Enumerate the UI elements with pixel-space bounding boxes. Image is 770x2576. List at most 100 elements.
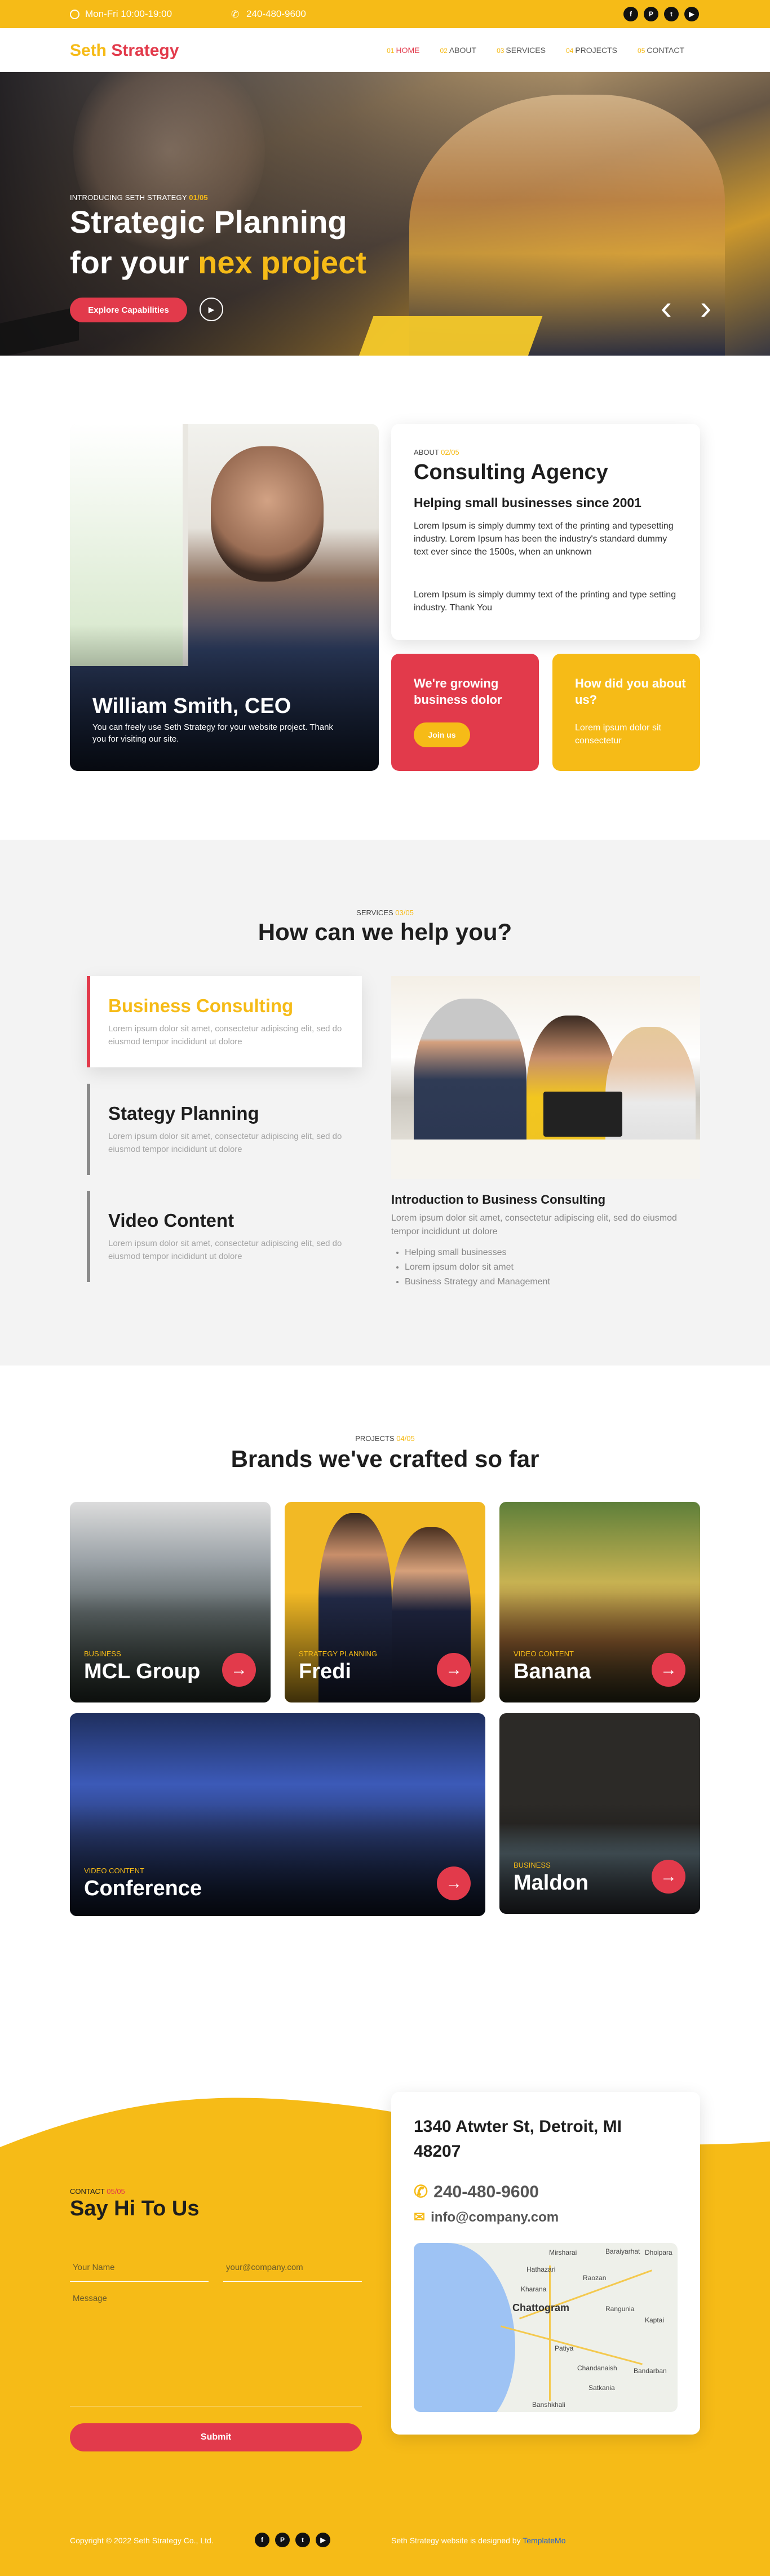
- main-nav: Seth Strategy 01 HOME 02 ABOUT 03 SERVICES …: [0, 28, 770, 72]
- tab-video-content[interactable]: Video Content Lorem ipsum dolor sit amet…: [87, 1191, 362, 1282]
- facebook-icon[interactable]: f: [255, 2533, 269, 2547]
- map-label: Mirsharai: [549, 2249, 577, 2256]
- tab-title: Business Consulting: [108, 995, 294, 1016]
- about-title: Consulting Agency: [414, 460, 608, 484]
- tab-title: Video Content: [108, 1210, 234, 1231]
- phone-icon: ✆: [231, 8, 240, 20]
- hero-photo-laptop-dark: [0, 306, 79, 356]
- contact-email[interactable]: ✉ info@company.com: [414, 2209, 559, 2225]
- projects-title: Brands we've crafted so far: [231, 1446, 539, 1472]
- envelope-icon: ✉: [414, 2210, 426, 2225]
- contact-phone[interactable]: ✆ 240-480-9600: [414, 2182, 539, 2202]
- hero-photo-laptop: [355, 316, 543, 356]
- contact-eyebrow: CONTACT 05/05: [70, 2187, 125, 2196]
- project-card-mcl-group[interactable]: BUSINESS MCL Group →: [70, 1502, 271, 1702]
- tab-business-consulting[interactable]: Business Consulting Lorem ipsum dolor si…: [87, 976, 362, 1067]
- contact-phone-text[interactable]: 240-480-9600: [433, 2183, 539, 2202]
- project-card-maldon[interactable]: BUSINESS Maldon →: [499, 1713, 700, 1914]
- project-arrow-button[interactable]: →: [437, 1653, 471, 1687]
- project-title: Fredi: [299, 1660, 351, 1683]
- name-input[interactable]: Your Name: [70, 2254, 209, 2282]
- twitter-icon[interactable]: t: [664, 7, 679, 21]
- nav-menu: 01 HOME 02 ABOUT 03 SERVICES 04 PROJECTS 05 C…: [387, 46, 684, 55]
- tab-title: Stategy Planning: [108, 1103, 259, 1124]
- contact-address: 1340 Atwter St, Detroit, MI 48207: [414, 2117, 622, 2161]
- about-para-2: Lorem Ipsum is simply dummy text of the …: [414, 590, 676, 613]
- project-title: Conference: [84, 1877, 202, 1900]
- photo-laptop: [543, 1092, 622, 1137]
- arrow-right-icon: →: [660, 1867, 677, 1886]
- clock-icon: [70, 9, 79, 19]
- about-subtitle: Helping small businesses since 2001: [414, 495, 641, 510]
- play-icon: ▶: [208, 304, 215, 314]
- nav-item-projects[interactable]: 04 PROJECTS: [566, 46, 617, 55]
- play-video-button[interactable]: ▶: [200, 298, 223, 321]
- tab-text: Lorem ipsum dolor sit amet, consectetur …: [108, 1239, 342, 1261]
- map-label: Kaptai: [645, 2316, 665, 2324]
- designer-credit: Seth Strategy website is designed by Tem…: [391, 2536, 566, 2545]
- photo-table: [391, 1140, 700, 1179]
- location-map[interactable]: Chattogram Hathazari Raozan Patiya Satka…: [414, 2243, 678, 2412]
- phone-text[interactable]: 240-480-9600: [246, 8, 306, 20]
- list-item: Business Strategy and Management: [405, 1275, 550, 1289]
- list-item: Helping small businesses: [405, 1245, 550, 1260]
- project-category: VIDEO CONTENT: [514, 1650, 574, 1658]
- project-arrow-button[interactable]: →: [652, 1860, 685, 1894]
- nav-item-services[interactable]: 03 SERVICES: [497, 46, 546, 55]
- youtube-icon[interactable]: ▶: [684, 7, 699, 21]
- map-sea: [414, 2243, 515, 2412]
- pinterest-icon[interactable]: P: [644, 7, 658, 21]
- join-us-button[interactable]: Join us: [414, 722, 470, 747]
- map-label: Bandarban: [634, 2367, 667, 2375]
- tab-text: Lorem ipsum dolor sit amet, consectetur …: [108, 1132, 342, 1154]
- youtube-icon[interactable]: ▶: [316, 2533, 330, 2547]
- nav-item-contact[interactable]: 05 CONTACT: [638, 46, 684, 55]
- map-label: Baraiyarhat: [605, 2247, 640, 2255]
- contact-email-text[interactable]: info@company.com: [431, 2210, 559, 2225]
- map-label: Hathazari: [526, 2265, 556, 2273]
- map-label: Rangunia: [605, 2305, 635, 2313]
- arrow-right-icon: →: [445, 1874, 462, 1892]
- project-shade: [499, 1803, 700, 1914]
- project-category: BUSINESS: [514, 1861, 551, 1869]
- project-category: VIDEO CONTENT: [84, 1866, 144, 1875]
- hero-prev-arrow[interactable]: ‹: [661, 291, 672, 325]
- explore-capabilities-button[interactable]: Explore Capabilities: [70, 298, 187, 322]
- email-input[interactable]: your@company.com: [223, 2254, 362, 2282]
- project-category: BUSINESS: [84, 1650, 121, 1658]
- phone-icon: ✆: [414, 2183, 428, 2201]
- service-detail-list: Helping small businesses Lorem ipsum dol…: [401, 1245, 550, 1289]
- pinterest-icon[interactable]: P: [275, 2533, 290, 2547]
- project-title: Banana: [514, 1660, 591, 1683]
- tab-strategy-planning[interactable]: Stategy Planning Lorem ipsum dolor sit a…: [87, 1084, 362, 1175]
- about-para-1: Lorem Ipsum is simply dummy text of the …: [414, 521, 674, 557]
- tab-text: Lorem ipsum dolor sit amet, consectetur …: [108, 1024, 342, 1047]
- submit-button[interactable]: Submit: [70, 2423, 362, 2451]
- ceo-text: You can freely use Seth Strategy for you…: [92, 722, 333, 744]
- project-arrow-button[interactable]: →: [437, 1866, 471, 1900]
- how-did-you-title: How did you about us?: [575, 676, 686, 707]
- twitter-icon[interactable]: t: [295, 2533, 310, 2547]
- nav-item-about[interactable]: 02 ABOUT: [440, 46, 476, 55]
- project-arrow-button[interactable]: →: [652, 1653, 685, 1687]
- site-logo[interactable]: Seth Strategy: [70, 41, 179, 60]
- growing-business-title: We're growing business dolor: [414, 676, 502, 707]
- ceo-card: William Smith, CEO You can freely use Se…: [70, 424, 379, 771]
- ceo-photo: [211, 446, 324, 582]
- project-card-conference[interactable]: VIDEO CONTENT Conference →: [70, 1713, 485, 1916]
- social-links: f P t ▶: [623, 7, 699, 21]
- how-did-you-text: Lorem ipsum dolor sit consectetur: [575, 723, 661, 746]
- services-title: How can we help you?: [258, 919, 512, 945]
- templatemo-link[interactable]: TemplateMo: [523, 2536, 565, 2545]
- message-textarea[interactable]: Message: [70, 2294, 362, 2406]
- hero-next-arrow[interactable]: ›: [700, 291, 711, 325]
- project-arrow-button[interactable]: →: [222, 1653, 256, 1687]
- nav-item-home[interactable]: 01 HOME: [387, 46, 419, 55]
- facebook-icon[interactable]: f: [623, 7, 638, 21]
- phone-info[interactable]: ✆ 240-480-9600: [231, 8, 306, 20]
- hours-text: Mon-Fri 10:00-19:00: [85, 8, 172, 19]
- copyright-text: Copyright © 2022 Seth Strategy Co., Ltd.: [70, 2536, 214, 2545]
- project-card-banana[interactable]: VIDEO CONTENT Banana →: [499, 1502, 700, 1702]
- service-image: [391, 976, 700, 1179]
- project-card-fredi[interactable]: STRATEGY PLANNING Fredi →: [285, 1502, 485, 1702]
